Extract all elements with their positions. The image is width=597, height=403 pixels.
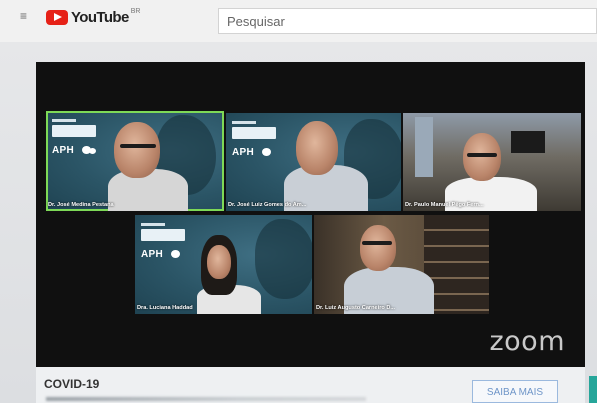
- aph-logo-text: APH: [52, 145, 75, 156]
- participant-name: Dr. Paulo Manuel Pêgo Fern...: [405, 202, 484, 208]
- participant-name: Dr. José Medina Pestana: [48, 202, 114, 208]
- participant-tile-2: APH Dr. José Luiz Gomes do Am...: [226, 113, 401, 211]
- youtube-play-icon: [46, 10, 68, 25]
- covid-info-label: COVID-19: [44, 377, 100, 391]
- monitor-screen: ≡ YouTube BR Pesquisar APH Dr. José Medi…: [0, 0, 597, 403]
- participant-tile-1: APH Dr. José Medina Pestana: [46, 111, 224, 211]
- info-panel: COVID-19 SAIBA MAIS: [36, 367, 585, 403]
- region-code: BR: [130, 8, 141, 15]
- participant-name: Dra. Luciana Haddad: [137, 305, 193, 311]
- saiba-mais-button[interactable]: SAIBA MAIS: [472, 380, 558, 403]
- participant-tile-3: Dr. Paulo Manuel Pêgo Fern...: [403, 113, 581, 211]
- youtube-masthead: ≡ YouTube BR Pesquisar: [0, 0, 597, 42]
- blurred-info-text: [46, 397, 366, 401]
- participant-tile-4: APH Dra. Luciana Haddad: [135, 215, 312, 314]
- background-monitor: [511, 131, 545, 153]
- search-input[interactable]: Pesquisar: [218, 8, 597, 34]
- participant-name: Dr. Luiz Augusto Carneiro D...: [316, 305, 396, 311]
- participant-name: Dr. José Luiz Gomes do Am...: [228, 202, 307, 208]
- event-branding: APH: [232, 121, 276, 161]
- video-player[interactable]: APH Dr. José Medina Pestana APH Dr. José…: [36, 62, 585, 367]
- youtube-logo[interactable]: YouTube BR: [46, 8, 141, 26]
- participant-tile-5: Dr. Luiz Augusto Carneiro D...: [314, 215, 489, 314]
- event-branding: APH: [52, 119, 96, 159]
- youtube-wordmark: YouTube: [71, 9, 129, 26]
- hamburger-menu-icon[interactable]: ≡: [20, 10, 27, 22]
- side-accent-strip: [589, 376, 597, 403]
- event-branding: APH: [141, 223, 185, 263]
- zoom-watermark: zoom: [489, 326, 565, 357]
